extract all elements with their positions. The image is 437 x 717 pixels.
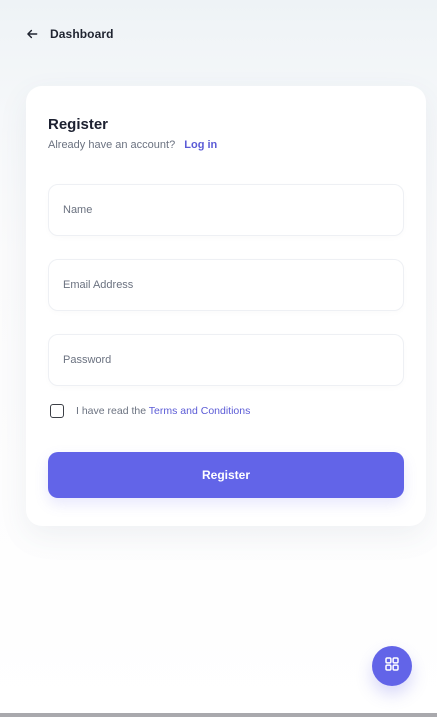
email-field[interactable] (48, 259, 404, 311)
name-input[interactable] (49, 185, 403, 235)
register-button[interactable]: Register (48, 452, 404, 498)
already-account-text: Already have an account? (48, 139, 176, 151)
password-input[interactable] (49, 335, 403, 385)
grid-icon (383, 655, 401, 678)
terms-prefix: I have read the (76, 405, 147, 417)
register-card: Register Already have an account? Log in… (26, 86, 426, 526)
terms-link[interactable]: Terms and Conditions (149, 405, 251, 417)
name-field[interactable] (48, 184, 404, 236)
terms-row: I have read the Terms and Conditions (50, 404, 250, 418)
back-to-dashboard[interactable]: Dashboard (24, 22, 114, 46)
register-title: Register (48, 116, 109, 133)
bottom-divider (0, 713, 437, 717)
arrow-left-icon (24, 26, 40, 42)
password-field[interactable] (48, 334, 404, 386)
terms-text: I have read the Terms and Conditions (76, 405, 250, 417)
register-subtitle: Already have an account? Log in (48, 139, 217, 151)
email-input[interactable] (49, 260, 403, 310)
login-link[interactable]: Log in (184, 139, 217, 151)
terms-checkbox[interactable] (50, 404, 64, 418)
grid-fab-button[interactable] (372, 646, 412, 686)
back-link-label: Dashboard (50, 27, 114, 41)
